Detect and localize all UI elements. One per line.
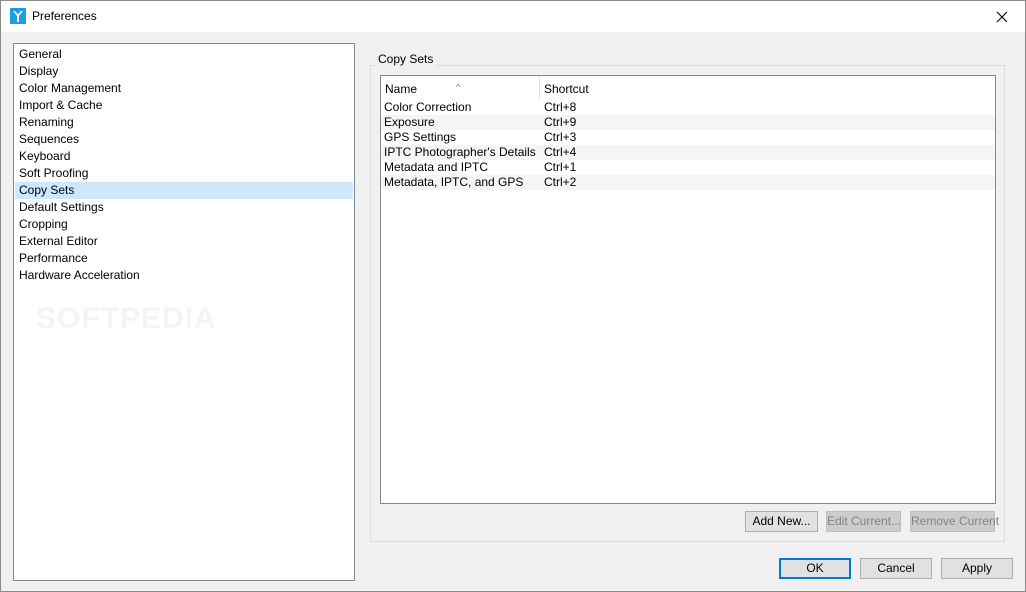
watermark: SOFTPEDIA xyxy=(36,302,217,336)
add-new-button[interactable]: Add New... xyxy=(745,511,818,532)
remove-current-button[interactable]: Remove Current xyxy=(910,511,999,532)
category-item-performance[interactable]: Performance xyxy=(15,250,353,267)
category-item-copy-sets[interactable]: Copy Sets xyxy=(15,182,353,199)
row-shortcut: Ctrl+3 xyxy=(544,130,577,144)
close-button[interactable] xyxy=(979,1,1025,32)
category-item-renaming[interactable]: Renaming xyxy=(15,114,353,131)
list-header: ^ Name Shortcut xyxy=(381,76,995,100)
edit-current-button[interactable]: Edit Current... xyxy=(826,511,901,532)
column-header-name-label: Name xyxy=(385,82,418,96)
category-item-external-editor[interactable]: External Editor xyxy=(15,233,353,250)
cancel-button[interactable]: Cancel xyxy=(860,558,932,579)
window-title: Preferences xyxy=(32,9,97,23)
column-header-shortcut-label: Shortcut xyxy=(544,82,589,96)
ok-button[interactable]: OK xyxy=(779,558,851,579)
category-item-import-cache[interactable]: Import & Cache xyxy=(15,97,353,114)
row-shortcut: Ctrl+1 xyxy=(544,160,577,174)
copy-sets-group-label: Copy Sets xyxy=(375,52,437,66)
row-name: Exposure xyxy=(384,115,435,129)
title-bar: Preferences xyxy=(1,1,1025,32)
row-shortcut: Ctrl+8 xyxy=(544,100,577,114)
table-row[interactable]: Exposure Ctrl+9 xyxy=(381,115,995,130)
row-shortcut: Ctrl+4 xyxy=(544,145,577,159)
column-header-shortcut[interactable]: Shortcut xyxy=(540,76,740,100)
apply-button[interactable]: Apply xyxy=(941,558,1013,579)
category-list[interactable]: General Display Color Management Import … xyxy=(13,43,355,581)
copy-sets-list[interactable]: ^ Name Shortcut Color Correction Ctrl+8 … xyxy=(380,75,996,504)
sort-ascending-icon: ^ xyxy=(456,82,461,92)
table-row[interactable]: GPS Settings Ctrl+3 xyxy=(381,130,995,145)
category-item-display[interactable]: Display xyxy=(15,63,353,80)
table-row[interactable]: Metadata, IPTC, and GPS Ctrl+2 xyxy=(381,175,995,190)
row-name: Color Correction xyxy=(384,100,472,114)
preferences-window: Preferences General Display Color Manage… xyxy=(0,0,1026,592)
table-row[interactable]: Color Correction Ctrl+8 xyxy=(381,100,995,115)
category-item-soft-proofing[interactable]: Soft Proofing xyxy=(15,165,353,182)
category-item-default-settings[interactable]: Default Settings xyxy=(15,199,353,216)
category-item-keyboard[interactable]: Keyboard xyxy=(15,148,353,165)
category-item-cropping[interactable]: Cropping xyxy=(15,216,353,233)
row-shortcut: Ctrl+9 xyxy=(544,115,577,129)
row-shortcut: Ctrl+2 xyxy=(544,175,577,189)
category-item-general[interactable]: General xyxy=(15,46,353,63)
table-row[interactable]: Metadata and IPTC Ctrl+1 xyxy=(381,160,995,175)
row-name: Metadata and IPTC xyxy=(384,160,489,174)
app-logo-icon xyxy=(10,8,26,24)
category-item-color-management[interactable]: Color Management xyxy=(15,80,353,97)
row-name: GPS Settings xyxy=(384,130,457,144)
category-item-sequences[interactable]: Sequences xyxy=(15,131,353,148)
column-header-name[interactable]: ^ Name xyxy=(381,76,540,100)
table-row[interactable]: IPTC Photographer's Details Ctrl+4 xyxy=(381,145,995,160)
category-item-hardware-acceleration[interactable]: Hardware Acceleration xyxy=(15,267,353,284)
row-name: Metadata, IPTC, and GPS xyxy=(384,175,524,189)
close-icon xyxy=(996,11,1008,22)
row-name: IPTC Photographer's Details xyxy=(384,145,536,159)
